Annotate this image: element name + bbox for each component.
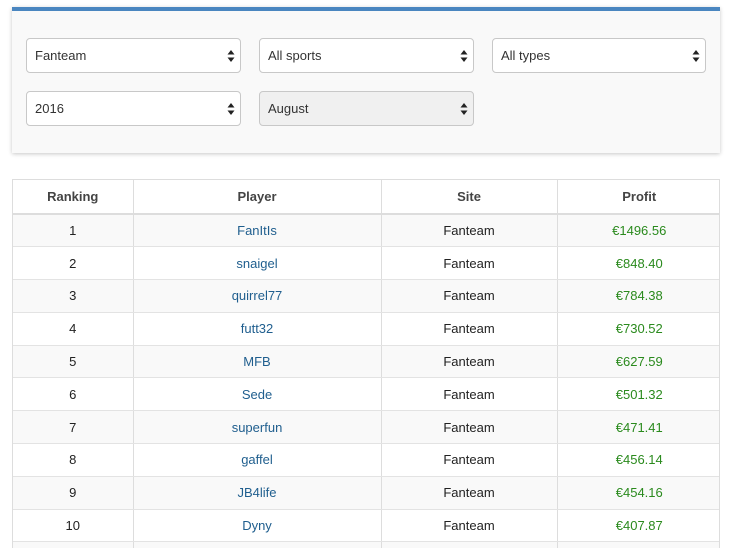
rank-cell: 1 xyxy=(13,214,134,248)
profit-cell: €730.52 xyxy=(557,312,719,346)
site-cell: Fanteam xyxy=(381,509,558,543)
site-cell: Fanteam xyxy=(381,246,558,281)
profit-cell: €501.32 xyxy=(557,377,719,412)
table-row: 7 superfun Fanteam €471.41 xyxy=(13,410,719,445)
profit-cell xyxy=(557,541,719,548)
table-row: 4 futt32 Fanteam €730.52 xyxy=(13,312,719,346)
table-row: 8 gaffel Fanteam €456.14 xyxy=(13,443,719,477)
month-select-value: August xyxy=(268,101,309,116)
table-row: 2 snaigel Fanteam €848.40 xyxy=(13,246,719,281)
player-link[interactable]: superfun xyxy=(133,410,382,445)
site-cell: Fanteam xyxy=(381,410,558,445)
table-row: 3 quirrel77 Fanteam €784.38 xyxy=(13,279,719,313)
profit-cell: €407.87 xyxy=(557,509,719,543)
site-cell: Fanteam xyxy=(381,443,558,477)
site-cell: Fanteam xyxy=(381,345,558,379)
filter-panel: Fanteam All sports All types 2016 August xyxy=(12,7,720,153)
player-link[interactable]: JB4life xyxy=(133,476,382,510)
site-cell: Fanteam xyxy=(381,476,558,510)
player-link[interactable]: gaffel xyxy=(133,443,382,477)
profit-cell: €1496.56 xyxy=(557,214,719,248)
rank-cell: 4 xyxy=(13,312,134,346)
rank-cell: 8 xyxy=(13,443,134,477)
player-link[interactable] xyxy=(133,541,382,548)
sort-arrows-icon xyxy=(460,102,468,116)
site-select-value: Fanteam xyxy=(35,48,87,63)
sort-arrows-icon xyxy=(460,49,468,63)
column-header-site[interactable]: Site xyxy=(381,180,558,215)
site-select[interactable]: Fanteam xyxy=(26,38,241,73)
sort-arrows-icon xyxy=(227,49,235,63)
table-header-row: Ranking Player Site Profit xyxy=(13,180,719,215)
year-select[interactable]: 2016 xyxy=(26,91,241,126)
sport-select[interactable]: All sports xyxy=(259,38,474,73)
column-header-profit[interactable]: Profit xyxy=(557,180,719,215)
table-row: 5 MFB Fanteam €627.59 xyxy=(13,345,719,379)
rank-cell: 9 xyxy=(13,476,134,510)
site-cell: Fanteam xyxy=(381,377,558,412)
month-select[interactable]: August xyxy=(259,91,474,126)
sort-arrows-icon xyxy=(227,102,235,116)
player-link[interactable]: MFB xyxy=(133,345,382,379)
profit-cell: €456.14 xyxy=(557,443,719,477)
profit-cell: €454.16 xyxy=(557,476,719,510)
profit-cell: €784.38 xyxy=(557,279,719,313)
column-header-player[interactable]: Player xyxy=(133,180,382,215)
site-cell: Fanteam xyxy=(381,279,558,313)
site-cell: Fanteam xyxy=(381,214,558,248)
player-link[interactable]: Sede xyxy=(133,377,382,412)
rank-cell: 10 xyxy=(13,509,134,543)
site-cell: Fanteam xyxy=(381,312,558,346)
profit-cell: €627.59 xyxy=(557,345,719,379)
column-header-ranking[interactable]: Ranking xyxy=(13,180,134,215)
player-link[interactable]: quirrel77 xyxy=(133,279,382,313)
rank-cell: 3 xyxy=(13,279,134,313)
profit-cell: €471.41 xyxy=(557,410,719,445)
type-select-value: All types xyxy=(501,48,551,63)
ranking-table: Ranking Player Site Profit 1 FanItIs Fan… xyxy=(12,179,720,548)
rank-cell: 7 xyxy=(13,410,134,445)
rank-cell: 5 xyxy=(13,345,134,379)
table-row: 6 Sede Fanteam €501.32 xyxy=(13,377,719,412)
rank-cell xyxy=(13,541,134,548)
sport-select-value: All sports xyxy=(268,48,322,63)
sort-arrows-icon xyxy=(692,49,700,63)
site-cell xyxy=(381,541,558,548)
player-link[interactable]: FanItIs xyxy=(133,214,382,248)
player-link[interactable]: snaigel xyxy=(133,246,382,281)
type-select[interactable]: All types xyxy=(492,38,706,73)
table-row: 1 FanItIs Fanteam €1496.56 xyxy=(13,214,719,248)
rank-cell: 2 xyxy=(13,246,134,281)
table-row xyxy=(13,541,719,548)
rank-cell: 6 xyxy=(13,377,134,412)
player-link[interactable]: futt32 xyxy=(133,312,382,346)
year-select-value: 2016 xyxy=(35,101,64,116)
player-link[interactable]: Dyny xyxy=(133,509,382,543)
table-row: 9 JB4life Fanteam €454.16 xyxy=(13,476,719,510)
table-row: 10 Dyny Fanteam €407.87 xyxy=(13,509,719,543)
profit-cell: €848.40 xyxy=(557,246,719,281)
